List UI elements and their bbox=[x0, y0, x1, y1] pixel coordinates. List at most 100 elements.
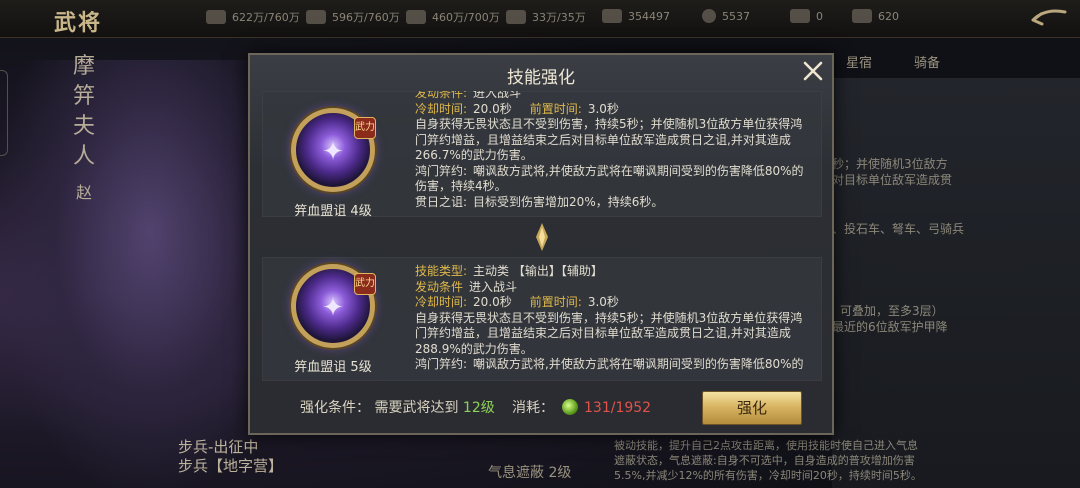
effect-line: 鸿门笄约: 嘲讽敌方武将,并使敌方武将在嘲讽期间受到的伤害降低80%的 bbox=[415, 357, 815, 373]
resource-wood: 622万/760万 bbox=[206, 9, 300, 25]
cost-amount: 131/1952 bbox=[584, 400, 652, 416]
resource-value: 596万/760万 bbox=[332, 11, 400, 24]
upgrade-button[interactable]: 强化 bbox=[702, 391, 802, 425]
trigger-value: 进入战斗 bbox=[469, 279, 518, 294]
trigger-value: 进入战斗 bbox=[473, 91, 522, 100]
upgrade-arrow-icon bbox=[536, 223, 548, 251]
condition-level: 12级 bbox=[462, 400, 495, 416]
iron-icon bbox=[406, 10, 426, 24]
skill-icon-block: ✦ 武力 笄血盟诅 4级 bbox=[263, 108, 403, 219]
type-label: 技能类型: bbox=[415, 264, 468, 278]
trigger-row: 发动条件 进入战斗 bbox=[415, 280, 815, 296]
desc-line: 门笄约增益，且增益结束之后对目标单位敌军造成贯日之诅,并对其造成 bbox=[415, 326, 791, 340]
general-name-char: 人 bbox=[72, 144, 95, 169]
type-value: 主动类 【输出】【辅助】 bbox=[473, 264, 603, 278]
resource-value: 354497 bbox=[628, 10, 670, 23]
precast-label: 前置时间: bbox=[529, 295, 582, 309]
dialog-title: 技能强化 bbox=[507, 68, 575, 88]
skill-type-badge: 武力 bbox=[354, 273, 376, 295]
passive-skill-desc: 被动技能，提升自己2点攻击距离，使用技能时使自己进入气息 遮蔽状态，气息遮蔽:自… bbox=[614, 438, 1080, 483]
general-name-char: 夫 bbox=[72, 114, 95, 139]
effect-line: 伤害，持续4秒。 bbox=[415, 179, 507, 193]
flame-icon: ✦ bbox=[322, 137, 344, 167]
resource-value: 620 bbox=[878, 10, 899, 23]
skill-description: 发动条件: 进入战斗 冷却时间: 20.0秒 前置时间: 3.0秒 自身获得无畏状态且不… bbox=[415, 91, 815, 210]
desc-line: 自身获得无畏状态且不受到伤害，持续5秒；并使随机3位敌方单位获得鸿 bbox=[415, 117, 803, 131]
dialog-scroll-area[interactable]: ✦ 武力 笄血盟诅 4级 发动条件: 进入战斗 冷却时间: 20.0秒 前置时间: 3.… bbox=[262, 91, 822, 381]
dialog-footer: 强化条件： 需要武将达到 12级 消耗： 131/1952 强化 bbox=[250, 383, 832, 433]
condition-text: 需要武将达到 bbox=[374, 400, 459, 416]
side-drawer-handle[interactable] bbox=[0, 70, 8, 156]
next-skill-card: ✦ 武力 笄血盟诅 5级 技能类型: 主动类 【输出】【辅助】 发动条件 进入战斗 … bbox=[262, 257, 822, 381]
skill-name: 笄血盟诅 4级 bbox=[294, 204, 372, 219]
faction-label: 赵 bbox=[75, 183, 92, 202]
effect-text: 嘲讽敌方武将,并使敌方武将在嘲讽期间受到的伤害降低80%的 bbox=[473, 163, 804, 178]
skill-label-behind: 气息遮蔽 2级 bbox=[488, 465, 572, 481]
behind-text: 可叠加，至多3层） bbox=[840, 304, 944, 318]
resource-silver: 620 bbox=[852, 9, 899, 23]
cooldown-label: 冷却时间: bbox=[415, 295, 468, 309]
flame-icon: ✦ bbox=[322, 293, 344, 323]
general-name: 摩 笄 夫 人 赵 bbox=[64, 52, 104, 208]
upgrade-cost: 消耗： 131/1952 bbox=[512, 397, 651, 417]
skill-emblem-icon: ✦ 武力 bbox=[291, 264, 376, 348]
behind-text: 、投石车、弩车、弓骑兵 bbox=[832, 222, 965, 236]
current-skill-card: ✦ 武力 笄血盟诅 4级 发动条件: 进入战斗 冷却时间: 20.0秒 前置时间: 3.… bbox=[262, 91, 822, 219]
resource-copper: 5537 bbox=[702, 9, 750, 23]
cooldown-value: 20.0秒 bbox=[473, 295, 512, 309]
gold-ingot-icon bbox=[790, 9, 810, 23]
close-button[interactable] bbox=[800, 60, 826, 86]
precast-value: 3.0秒 bbox=[587, 295, 619, 309]
timing-row: 冷却时间: 20.0秒 前置时间: 3.0秒 bbox=[415, 295, 815, 311]
skill-icon-block: ✦ 武力 笄血盟诅 5级 bbox=[263, 264, 403, 375]
cooldown-value: 20.0秒 bbox=[473, 101, 512, 116]
tab-constellation[interactable]: 星宿 bbox=[846, 52, 872, 71]
general-portrait bbox=[0, 60, 250, 488]
effect-text: 目标受到伤害增加20%，持续6秒。 bbox=[473, 194, 664, 209]
upgrade-condition: 强化条件： 需要武将达到 12级 bbox=[300, 397, 495, 417]
desc-line: 288.9%的武力伤害。 bbox=[415, 341, 533, 356]
precast-label: 前置时间: bbox=[529, 101, 582, 116]
back-button[interactable] bbox=[1026, 6, 1072, 32]
close-icon bbox=[803, 61, 823, 81]
resource-value: 0 bbox=[816, 10, 823, 23]
troop-status-line: 步兵-出征中 bbox=[178, 438, 259, 456]
condition-label: 强化条件： bbox=[300, 400, 370, 416]
resource-grain: 33万/35万 bbox=[506, 9, 586, 25]
tab-equipment[interactable]: 骑备 bbox=[914, 52, 940, 71]
troop-type-line: 步兵【地字营】 bbox=[178, 457, 284, 475]
copper-coin-icon bbox=[702, 9, 716, 23]
cost-label: 消耗： bbox=[512, 400, 554, 416]
top-bar: 武将 622万/760万 596万/760万 460万/700万 33万/35万… bbox=[0, 0, 1080, 38]
resource-gold: 0 bbox=[790, 9, 823, 23]
skill-description: 技能类型: 主动类 【输出】【辅助】 发动条件 进入战斗 冷却时间: 20.0秒 前置时… bbox=[415, 264, 815, 373]
skill-scroll-icon bbox=[562, 399, 578, 415]
effect-line: 鸿门笄约: 嘲讽敌方武将,并使敌方武将在嘲讽期间受到的伤害降低80%的 bbox=[415, 164, 815, 180]
skill-type-badge: 武力 bbox=[354, 117, 376, 139]
passive-desc-line: 被动技能，提升自己2点攻击距离，使用技能时使自己进入气息 bbox=[614, 439, 918, 452]
desc-line: 门笄约增益，且增益结束之后对目标单位敌军造成贯日之诅,并对其造成 bbox=[415, 132, 791, 147]
trigger-label: 发动条件 bbox=[415, 279, 464, 294]
general-name-char: 摩 bbox=[72, 54, 95, 79]
passive-desc-line: 遮蔽状态，气息遮蔽:自身不可选中，自身造成的普攻增加伤害 bbox=[614, 454, 915, 467]
resource-value: 5537 bbox=[722, 10, 750, 23]
cooldown-label: 冷却时间: bbox=[415, 101, 468, 116]
behind-text: 最近的6位敌军护甲降 bbox=[832, 320, 948, 334]
resource-banner: 354497 bbox=[602, 9, 670, 23]
resource-value: 33万/35万 bbox=[532, 11, 586, 24]
resource-stone: 596万/760万 bbox=[306, 9, 400, 25]
silver-ingot-icon bbox=[852, 9, 872, 23]
effect-label: 鸿门笄约: bbox=[415, 163, 468, 178]
skill-panel-behind: 秒；并使随机3位敌方 对目标单位敌军造成贯 、投石车、弩车、弓骑兵 可叠加，至多… bbox=[832, 78, 1080, 488]
skill-upgrade-dialog: 技能强化 ✦ 武力 笄血盟诅 4级 发动条件: 进入战斗 冷却时间: 20.0秒 前置… bbox=[248, 53, 834, 435]
troop-status: 步兵-出征中 步兵【地字营】 bbox=[178, 438, 283, 476]
page-title: 武将 bbox=[54, 10, 103, 36]
resource-iron: 460万/700万 bbox=[406, 9, 500, 25]
timing-row: 冷却时间: 20.0秒 前置时间: 3.0秒 bbox=[415, 102, 815, 118]
desc-line: 266.7%的武力伤害。 bbox=[415, 148, 533, 162]
skill-emblem-icon: ✦ 武力 bbox=[291, 108, 376, 192]
type-row: 技能类型: 主动类 【输出】【辅助】 bbox=[415, 264, 815, 280]
effect-label: 鸿门笄约: bbox=[415, 357, 468, 371]
banner-icon bbox=[602, 9, 622, 23]
trigger-row: 发动条件: 进入战斗 bbox=[415, 91, 815, 102]
